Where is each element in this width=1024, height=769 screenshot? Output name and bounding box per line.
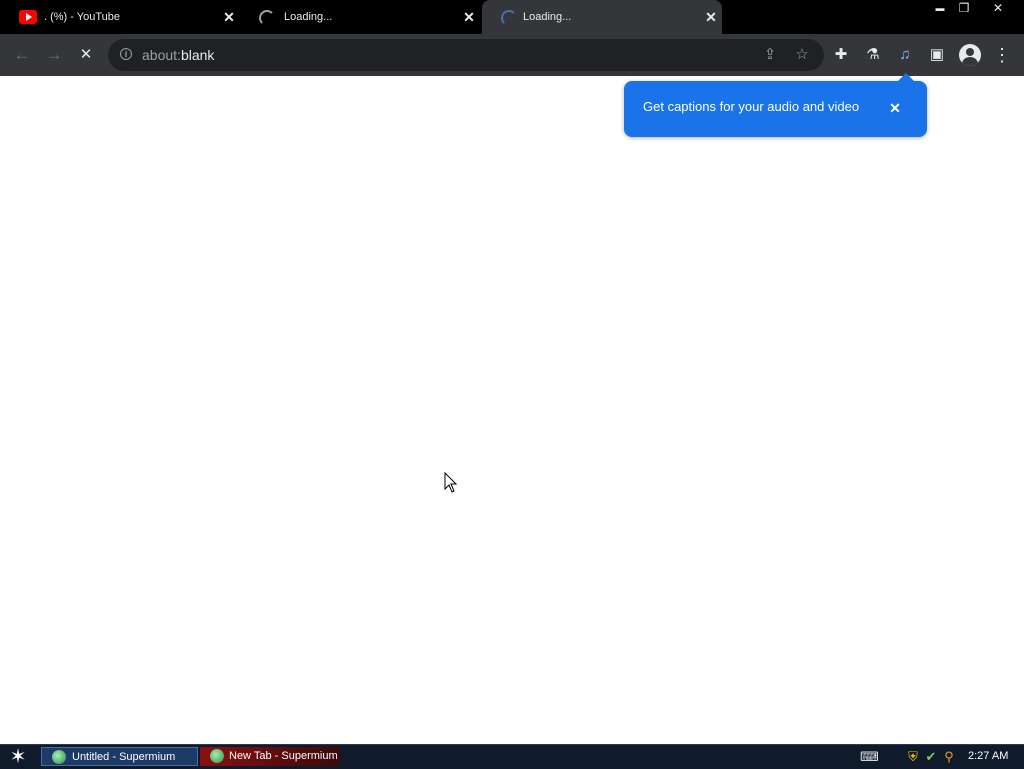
share-icon[interactable]: ⇪	[760, 45, 780, 65]
tab-title: . (%) - YouTube	[44, 11, 121, 23]
page-content	[0, 76, 1024, 744]
taskbar: ✶ Untitled - Supermium New Tab - Supermi…	[0, 744, 1024, 769]
loading-spinner-icon	[259, 10, 275, 26]
bookmark-star-icon[interactable]: ☆	[792, 45, 812, 65]
tab-close-icon[interactable]: ✕	[703, 9, 719, 25]
supermium-icon	[52, 750, 66, 764]
taskbar-item-label: New Tab - Supermium	[229, 750, 338, 762]
minimize-button[interactable]: ▬	[929, 0, 951, 16]
keyboard-icon[interactable]: ⌨	[860, 749, 879, 765]
back-button[interactable]: ←	[9, 42, 35, 68]
url-host: blank	[180, 47, 215, 63]
forward-button[interactable]: →	[41, 42, 67, 68]
loading-spinner-icon	[501, 10, 517, 26]
media-controls-icon[interactable]: ♫	[894, 44, 916, 66]
labs-flask-icon[interactable]: ⚗	[862, 44, 884, 66]
bubble-close-button[interactable]: ✕	[886, 99, 904, 117]
side-panel-icon[interactable]: ▣	[926, 44, 948, 66]
tab-strip: . (%) - YouTube ✕ Loading... ✕ Loading..…	[0, 0, 1024, 34]
site-info-icon[interactable]: i	[120, 48, 132, 60]
mouse-cursor-icon	[444, 472, 458, 493]
extensions-icon[interactable]: ✚	[830, 44, 852, 66]
shield-icon[interactable]: ⛨	[905, 749, 921, 765]
tab-close-icon[interactable]: ✕	[221, 9, 237, 25]
address-bar[interactable]: i about:blank ⇪ ☆	[108, 39, 824, 71]
taskbar-item-new-tab[interactable]: New Tab - Supermium	[200, 747, 340, 766]
menu-kebab-icon[interactable]: ⋮	[991, 44, 1013, 66]
tab-loading-1[interactable]: Loading... ✕	[240, 0, 480, 34]
url-text[interactable]: about:blank	[142, 47, 214, 63]
supermium-icon	[210, 749, 224, 763]
window-close-button[interactable]: ✕	[987, 0, 1009, 16]
profile-avatar-icon[interactable]	[959, 44, 981, 66]
tab-title: Loading...	[523, 11, 572, 23]
tab-title: Loading...	[284, 11, 333, 23]
network-icon[interactable]: ✔	[923, 749, 939, 765]
restore-button[interactable]: ❐	[953, 0, 975, 16]
live-caption-promo-bubble: Get captions for your audio and video ✕	[624, 73, 927, 137]
browser-toolbar: ← → ✕ i about:blank ⇪ ☆ ✚ ⚗ ♫ ▣ ⋮	[0, 34, 1024, 76]
taskbar-item-label: Untitled - Supermium	[72, 751, 176, 763]
stop-loading-button[interactable]: ✕	[73, 42, 99, 68]
taskbar-item-untitled[interactable]: Untitled - Supermium	[41, 747, 198, 766]
search-icon[interactable]: ⚲	[941, 749, 957, 765]
tab-close-icon[interactable]: ✕	[461, 9, 477, 25]
url-scheme: about:	[142, 47, 181, 63]
start-button[interactable]: ✶	[6, 746, 30, 768]
tab-youtube[interactable]: . (%) - YouTube ✕	[0, 0, 240, 34]
bubble-text: Get captions for your audio and video	[643, 99, 860, 114]
youtube-icon	[19, 10, 37, 24]
tab-loading-2[interactable]: Loading... ✕	[482, 0, 722, 34]
clock[interactable]: 2:27 AM	[968, 750, 1008, 762]
